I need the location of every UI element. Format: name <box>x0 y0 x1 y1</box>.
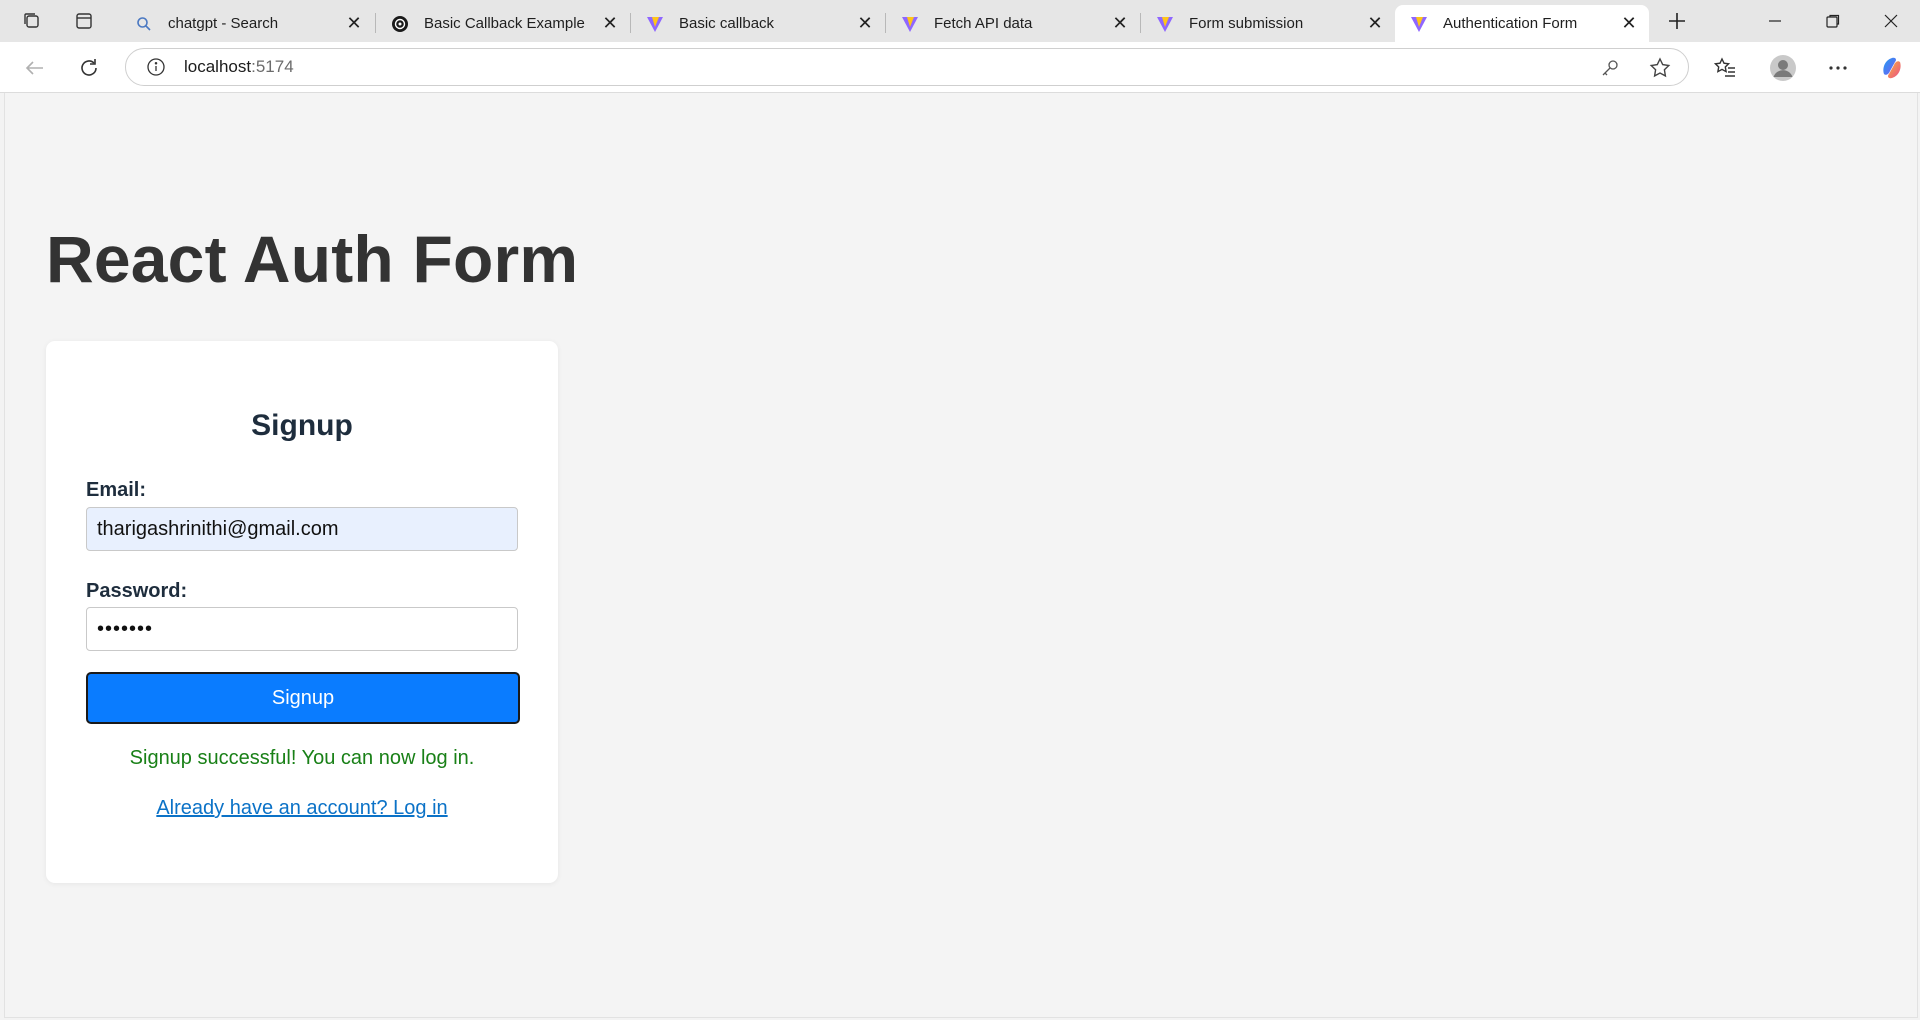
login-link[interactable]: Already have an account? Log in <box>46 797 558 820</box>
more-options-icon[interactable] <box>1820 50 1856 86</box>
close-icon[interactable]: ✕ <box>600 13 620 34</box>
address-bar[interactable]: localhost:5174 <box>125 48 1689 86</box>
password-key-icon[interactable] <box>1599 57 1621 79</box>
tab-basic-callback-example[interactable]: Basic Callback Example ✕ <box>376 5 630 42</box>
tab-fetch-api-data[interactable]: Fetch API data ✕ <box>886 5 1140 42</box>
password-label: Password: <box>86 580 188 602</box>
vite-icon <box>1155 14 1175 34</box>
openai-icon <box>390 14 410 34</box>
close-icon[interactable]: ✕ <box>1110 13 1130 34</box>
tab-title: chatgpt - Search <box>168 15 279 32</box>
vite-icon <box>1409 14 1429 34</box>
tab-title: Fetch API data <box>934 15 1033 32</box>
close-icon[interactable]: ✕ <box>1365 13 1385 34</box>
tab-title: Basic callback <box>679 15 775 32</box>
vite-icon <box>900 14 920 34</box>
form-title: Signup <box>251 409 353 442</box>
favorite-star-icon[interactable] <box>1649 57 1671 79</box>
url-host: localhost <box>184 57 252 76</box>
signup-button[interactable]: Signup <box>86 672 520 724</box>
vite-icon <box>645 14 665 34</box>
tab-title: Basic Callback Example <box>424 15 585 32</box>
workspaces-icon[interactable] <box>15 5 49 37</box>
minimize-icon[interactable] <box>1746 0 1804 42</box>
tab-chatgpt-search[interactable]: chatgpt - Search ✕ <box>120 5 374 42</box>
auth-form-card: Signup Email: Password: Signup Signup su… <box>46 341 558 883</box>
restore-icon[interactable] <box>1804 0 1862 42</box>
close-icon[interactable]: ✕ <box>855 13 875 34</box>
refresh-icon[interactable] <box>71 50 107 86</box>
close-icon[interactable]: ✕ <box>344 13 364 34</box>
tab-title: Authentication Form <box>1443 15 1578 32</box>
success-message: Signup successful! You can now log in. <box>129 747 475 769</box>
url-text[interactable]: localhost:5174 <box>184 57 294 77</box>
email-field[interactable] <box>86 507 518 551</box>
new-tab-button[interactable] <box>1660 5 1694 37</box>
profile-avatar[interactable] <box>1765 50 1801 86</box>
url-port: :5174 <box>251 57 294 76</box>
password-field[interactable] <box>86 607 518 651</box>
tab-strip: chatgpt - Search ✕ Basic Callback Exampl… <box>0 0 1920 42</box>
page-title: React Auth Form <box>46 222 579 296</box>
email-label: Email: <box>86 479 147 501</box>
tab-basic-callback[interactable]: Basic callback ✕ <box>631 5 885 42</box>
tab-authentication-form[interactable]: Authentication Form ✕ <box>1395 5 1649 42</box>
back-icon[interactable] <box>17 50 53 86</box>
close-icon[interactable]: ✕ <box>1619 13 1639 34</box>
close-window-icon[interactable] <box>1862 0 1920 42</box>
favorites-list-icon[interactable] <box>1707 50 1743 86</box>
tab-form-submission[interactable]: Form submission ✕ <box>1141 5 1395 42</box>
vertical-tabs-icon[interactable] <box>67 5 101 37</box>
site-info-icon[interactable] <box>146 57 166 77</box>
page-viewport: React Auth Form Signup Email: Password: … <box>4 93 1918 1018</box>
copilot-icon[interactable] <box>1874 50 1910 86</box>
search-icon <box>134 14 154 34</box>
tab-title: Form submission <box>1189 15 1304 32</box>
browser-toolbar: localhost:5174 <box>0 42 1920 93</box>
